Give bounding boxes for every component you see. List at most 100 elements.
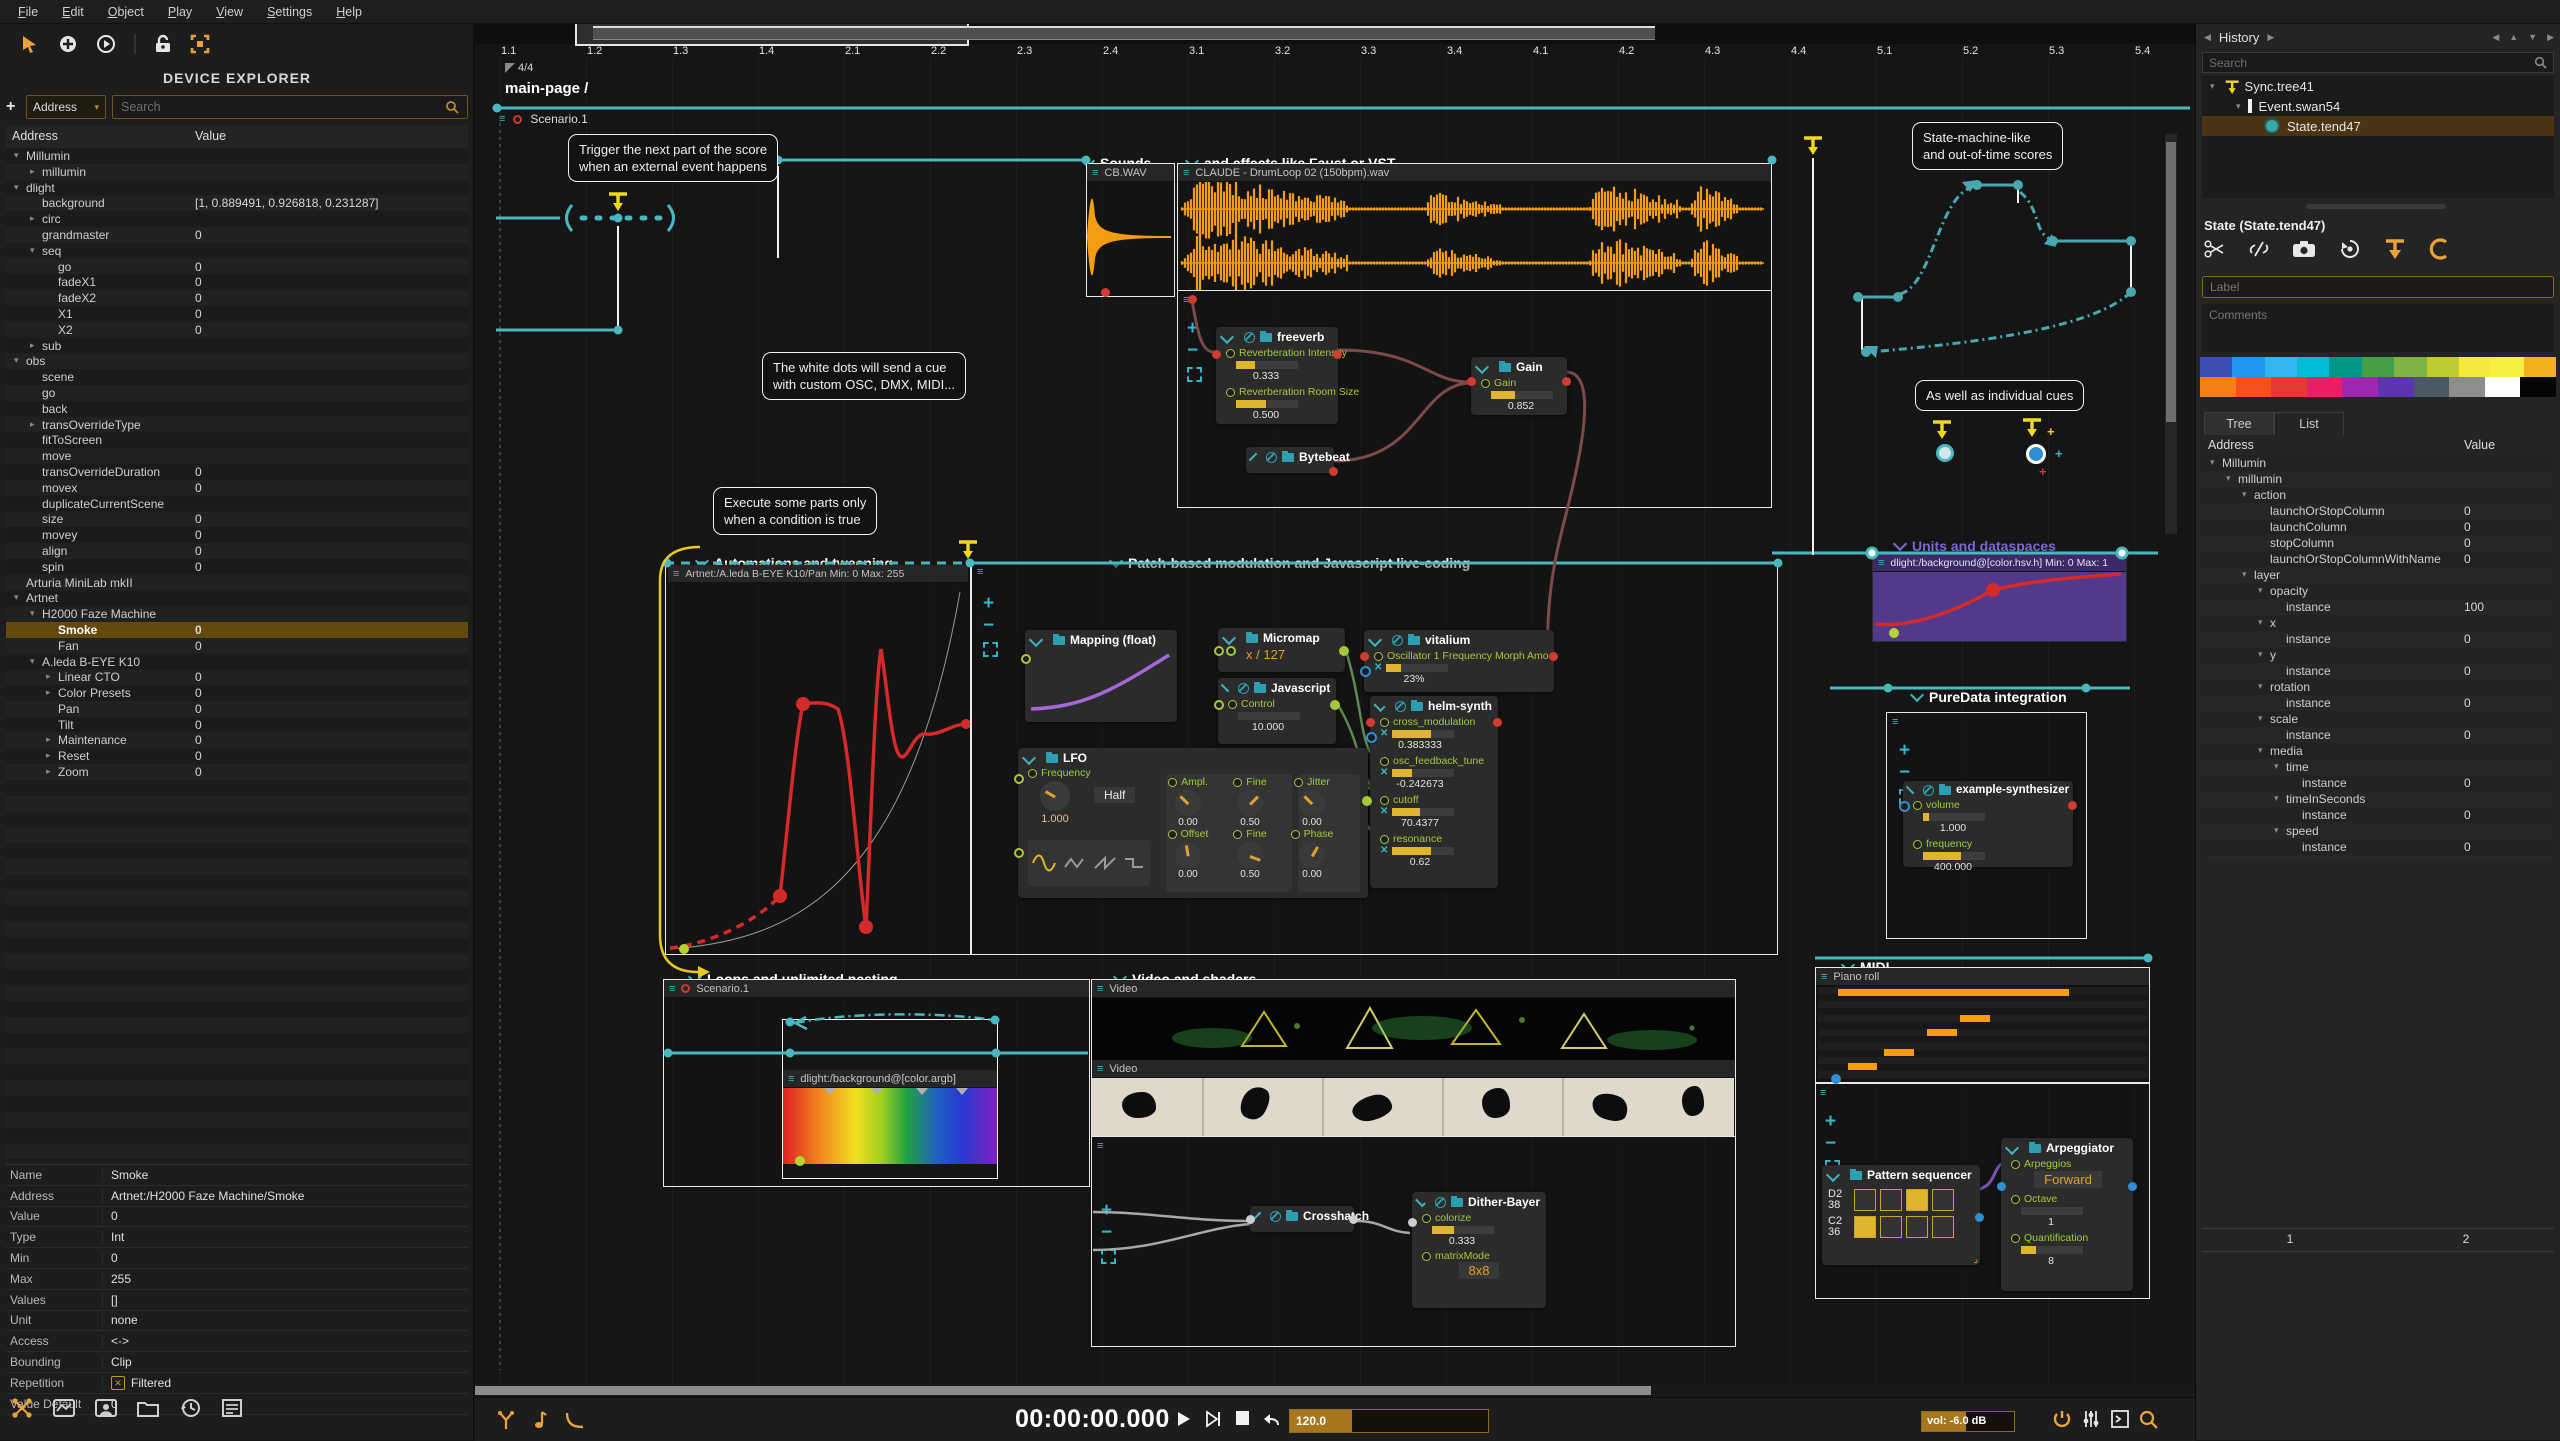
- value-in-port[interactable]: [1014, 774, 1024, 784]
- trigger-marker[interactable]: [957, 540, 979, 560]
- param-slider[interactable]: [1238, 712, 1300, 720]
- step-cell[interactable]: [1932, 1189, 1954, 1211]
- collapse-icon[interactable]: [1221, 630, 1237, 646]
- cue-trigger[interactable]: [1931, 420, 1953, 440]
- param-slider[interactable]: [1491, 391, 1553, 399]
- nav-left-icon[interactable]: ◀: [2492, 32, 2499, 43]
- tree-row-time[interactable]: ▾ time: [2202, 759, 2554, 775]
- object-row-event[interactable]: ▾ Event.swan54: [2202, 96, 2554, 116]
- node-pattern-sequencer[interactable]: Pattern sequencer D2 38 C2 36 ⌟: [1822, 1165, 1984, 1265]
- color-swatch[interactable]: [2306, 377, 2343, 397]
- play-from-here-button[interactable]: [1203, 1410, 1223, 1428]
- tree-row-Fan[interactable]: Fan 0: [6, 638, 468, 654]
- tree-row-Reset[interactable]: ▸ Reset 0: [6, 748, 468, 764]
- collapse-icon[interactable]: [1220, 683, 1230, 693]
- tree-row-instance[interactable]: instance 0: [2202, 727, 2554, 743]
- lfo-knob-phase[interactable]: Phase 0.00: [1290, 828, 1334, 880]
- collapse-icon[interactable]: [1028, 632, 1044, 648]
- midi-in-port[interactable]: [1360, 666, 1371, 677]
- tree-row-spin[interactable]: spin 0: [6, 559, 468, 575]
- tree-row-stopColumn[interactable]: stopColumn 0: [2202, 535, 2554, 551]
- param-slider[interactable]: [1236, 400, 1298, 408]
- slot-menu-icon[interactable]: ≡: [977, 567, 983, 578]
- audio-out-port[interactable]: [2068, 801, 2077, 810]
- tree-row-instance[interactable]: instance 100: [2202, 599, 2554, 615]
- midi-note[interactable]: [1847, 1063, 1878, 1070]
- cue-trigger[interactable]: [2021, 418, 2043, 438]
- tab-tree[interactable]: Tree: [2204, 412, 2274, 436]
- midi-in-port[interactable]: [1997, 1182, 2006, 1191]
- tree-row-X2[interactable]: X2 0: [6, 322, 468, 338]
- inspector-tree[interactable]: ▾ Millumin ▾ millumin ▾ action launchOrStopCol…: [2202, 455, 2554, 861]
- tempo-field[interactable]: 120.0: [1289, 1409, 1489, 1433]
- collapse-icon[interactable]: [2004, 1140, 2020, 1156]
- play-tool-icon[interactable]: [96, 34, 116, 54]
- audio-in-port[interactable]: [1467, 377, 1476, 386]
- tree-row-H2000 Faze Machine[interactable]: ▾ H2000 Faze Machine: [6, 606, 468, 622]
- midi-note[interactable]: [1837, 989, 2069, 996]
- audio-in-port[interactable]: [1360, 652, 1369, 661]
- tree-row-fadeX2[interactable]: fadeX2 0: [6, 290, 468, 306]
- tree-row-go[interactable]: go 0: [6, 259, 468, 275]
- node-mapping[interactable]: Mapping (float): [1021, 630, 1177, 722]
- tree-row-instance[interactable]: instance 0: [2202, 775, 2554, 791]
- color-swatch[interactable]: [2449, 377, 2485, 397]
- video-in-port[interactable]: [1408, 1218, 1417, 1227]
- tree-row-Linear CTO[interactable]: ▸ Linear CTO 0: [6, 669, 468, 685]
- tree-row-rotation[interactable]: ▾ rotation: [2202, 679, 2554, 695]
- param-slider[interactable]: [1923, 813, 1985, 821]
- trigger-down-icon[interactable]: [2384, 238, 2406, 260]
- audio-in-port[interactable]: [1366, 718, 1375, 727]
- node-freeverb[interactable]: freeverb Reverberation Intensity 0.333 Rev…: [1212, 327, 1359, 424]
- tree-row-transOverrideDuration[interactable]: transOverrideDuration 0: [6, 464, 468, 480]
- tree-row-scene[interactable]: scene: [6, 369, 468, 385]
- canvas-vscrollbar[interactable]: [2165, 134, 2177, 534]
- note-trigger[interactable]: Trigger the next part of the score when a…: [568, 134, 779, 182]
- address-filter-dropdown[interactable]: Address ▾: [26, 95, 106, 119]
- tree-row-movey[interactable]: movey 0: [6, 527, 468, 543]
- scale-mode-icon[interactable]: [190, 34, 210, 54]
- footer-col-1[interactable]: 1: [2202, 1229, 2378, 1251]
- param-slider[interactable]: [2021, 1207, 2083, 1215]
- step-cell[interactable]: [1906, 1216, 1928, 1238]
- step-cell[interactable]: [1854, 1216, 1876, 1238]
- curve-state-dot[interactable]: [795, 1156, 805, 1166]
- fit-icon[interactable]: [983, 642, 998, 660]
- tree-row-Color Presets[interactable]: ▸ Color Presets 0: [6, 685, 468, 701]
- curves-tab-icon[interactable]: [52, 1396, 76, 1420]
- object-row-state[interactable]: State.tend47: [2202, 116, 2554, 136]
- piano-roll[interactable]: [1818, 987, 2148, 1079]
- slot-port[interactable]: [1101, 288, 1110, 297]
- color-swatch[interactable]: [2523, 357, 2556, 377]
- zoom-out-icon[interactable]: −: [983, 616, 994, 635]
- remove-mapping-icon[interactable]: ✕: [1380, 767, 1388, 778]
- value-out-port[interactable]: [1362, 796, 1372, 806]
- tree-row-back[interactable]: back: [6, 401, 468, 417]
- curve-state-dot[interactable]: [679, 944, 689, 954]
- zoom-in-icon[interactable]: +: [1825, 1112, 1836, 1131]
- nav-up-icon[interactable]: ▲: [2509, 32, 2518, 43]
- tree-row-circ[interactable]: ▸ circ: [6, 211, 468, 227]
- tree-row-instance[interactable]: instance 0: [2202, 695, 2554, 711]
- collapse-icon[interactable]: [1905, 785, 1915, 795]
- collapse-icon[interactable]: [1474, 359, 1490, 375]
- param-slider[interactable]: [1392, 769, 1455, 777]
- step-cell[interactable]: [1880, 1189, 1902, 1211]
- node-vitalium[interactable]: vitalium Oscillator 1 Frequency Morph Am…: [1360, 630, 1558, 692]
- power-icon[interactable]: [2053, 1410, 2071, 1428]
- step-cell[interactable]: [1854, 1189, 1876, 1211]
- param-slider[interactable]: [1923, 852, 1985, 860]
- tree-row-duplicateCurrentScene[interactable]: duplicateCurrentScene: [6, 496, 468, 512]
- lfo-knob-jitter[interactable]: Jitter 0.00: [1290, 776, 1334, 828]
- node-arpeggiator[interactable]: Arpeggiator Arpeggios Forward Octave 1 Q…: [1997, 1138, 2137, 1291]
- node-crosshatch[interactable]: Crosshatch: [1246, 1206, 1369, 1232]
- tree-row-X1[interactable]: X1 0: [6, 306, 468, 322]
- tree-row-Zoom[interactable]: ▸ Zoom 0: [6, 764, 468, 780]
- slot-menu-icon[interactable]: ≡: [1097, 1141, 1103, 1152]
- tree-row-opacity[interactable]: ▾ opacity: [2202, 583, 2554, 599]
- collapse-icon[interactable]: [1367, 632, 1383, 648]
- tree-row-A.leda B-EYE K10[interactable]: ▾ A.leda B-EYE K10: [6, 654, 468, 670]
- color-swatch[interactable]: [2491, 357, 2524, 377]
- param-slider[interactable]: [1236, 361, 1298, 369]
- zoom-search-icon[interactable]: [2139, 1410, 2158, 1429]
